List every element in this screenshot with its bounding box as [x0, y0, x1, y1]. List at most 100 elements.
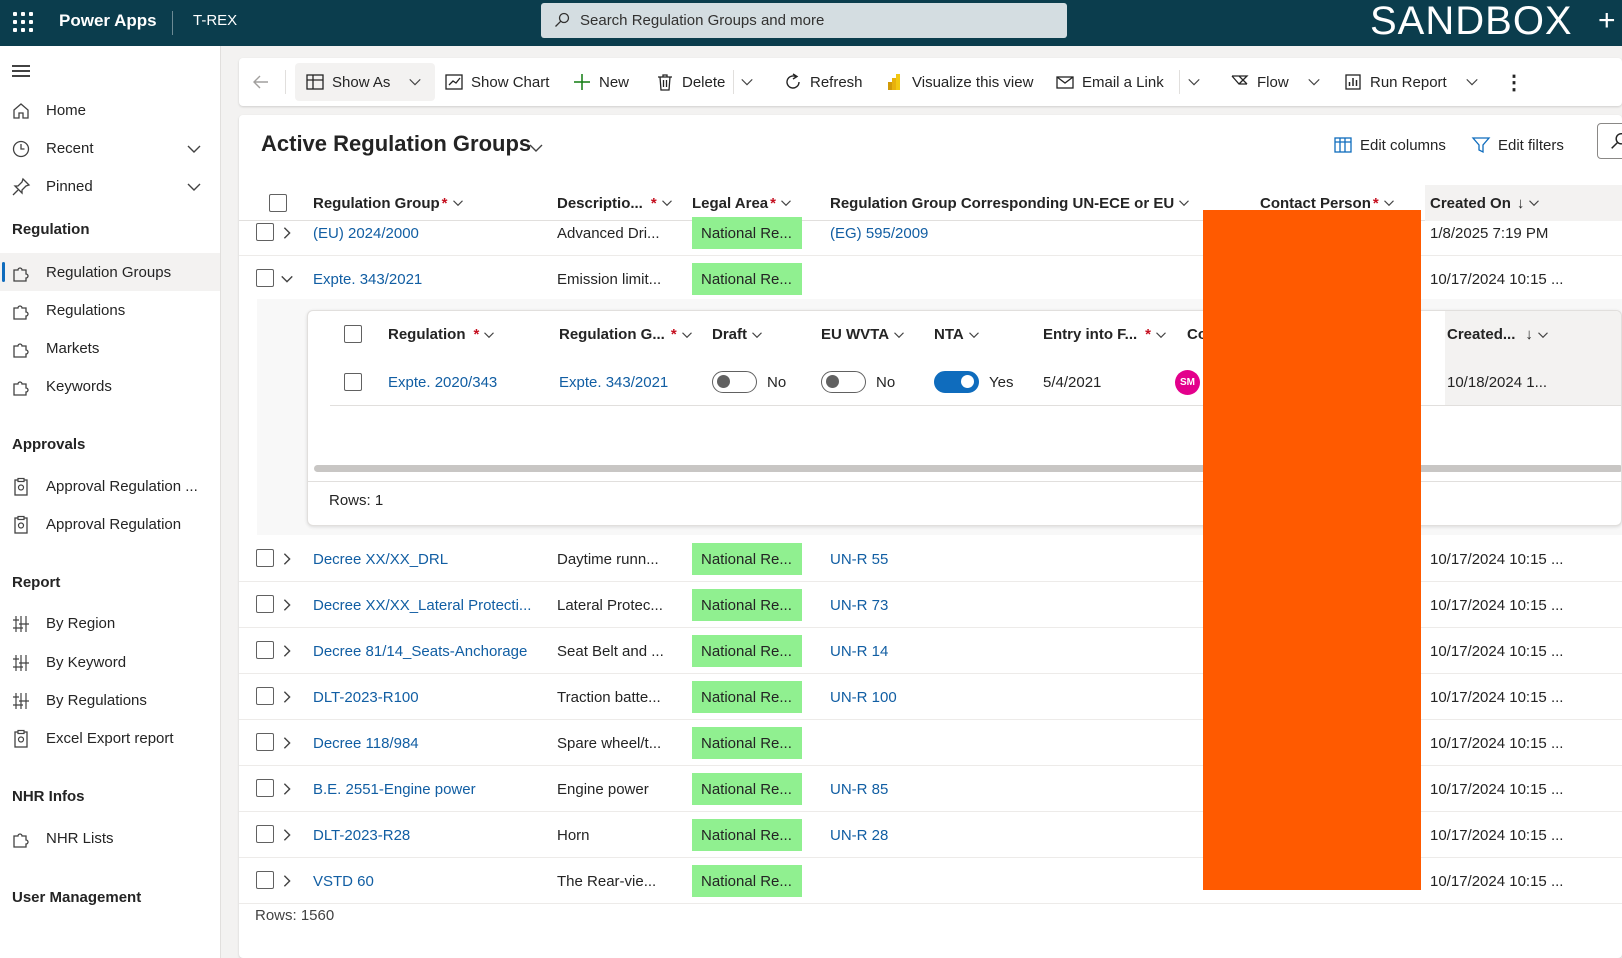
subgrid-column-nta[interactable]: NTA — [934, 311, 980, 358]
visualize-button[interactable]: Visualize this view — [885, 58, 1033, 106]
run-report-button[interactable]: Run Report — [1343, 58, 1479, 106]
email-link-button[interactable]: Email a Link — [1055, 58, 1164, 106]
sidebar-item-pinned[interactable]: Pinned — [0, 167, 220, 205]
sidebar-item-regulation-groups[interactable]: Regulation Groups — [0, 253, 220, 291]
horizontal-scrollbar[interactable] — [314, 465, 1621, 472]
row-checkbox[interactable] — [256, 871, 274, 889]
subgrid-row-checkbox[interactable] — [344, 373, 362, 391]
corresponding-link[interactable]: UN-R 85 — [830, 766, 1030, 812]
sidebar-item-regulations[interactable]: Regulations — [0, 291, 220, 329]
corresponding-link[interactable] — [830, 858, 1030, 904]
subgrid-column-created[interactable]: Created... ↓ — [1447, 311, 1549, 358]
sidebar-item-approval-regulation-2[interactable]: Approval Regulation — [0, 505, 220, 543]
row-checkbox[interactable] — [256, 549, 274, 567]
chevron-right-icon[interactable] — [280, 226, 294, 240]
regulation-group-link[interactable]: VSTD 60 — [313, 858, 543, 904]
delete-more-dropdown[interactable] — [740, 58, 754, 106]
sidebar-item-markets[interactable]: Markets — [0, 329, 220, 367]
row-checkbox[interactable] — [256, 223, 274, 241]
chevron-right-icon[interactable] — [280, 552, 294, 566]
sidebar-item-approval-regulation-1[interactable]: Approval Regulation ... — [0, 467, 220, 505]
grid-search-button[interactable] — [1597, 123, 1622, 159]
row-checkbox[interactable] — [256, 269, 274, 287]
chevron-right-icon[interactable] — [280, 736, 294, 750]
subgrid-column-regulation[interactable]: Regulation * — [388, 311, 495, 358]
show-chart-button[interactable]: Show Chart — [444, 58, 549, 106]
regulation-group-link[interactable]: Decree XX/XX_Lateral Protecti... — [313, 582, 543, 628]
corresponding-link[interactable] — [830, 720, 1030, 766]
corresponding-link[interactable]: (EG) 595/2009 — [830, 210, 1030, 256]
back-button[interactable] — [251, 58, 278, 106]
refresh-button[interactable]: Refresh — [783, 58, 863, 106]
add-icon[interactable]: + — [1598, 4, 1616, 38]
delete-button[interactable]: Delete — [655, 58, 725, 106]
toggle-switch[interactable] — [821, 371, 866, 393]
chevron-right-icon[interactable] — [280, 598, 294, 612]
draft-toggle[interactable]: No — [712, 358, 786, 406]
view-title[interactable]: Active Regulation Groups — [261, 131, 531, 157]
chevron-right-icon[interactable] — [280, 782, 294, 796]
more-options-icon[interactable]: ⋮ — [1504, 58, 1524, 106]
app-launcher-icon[interactable] — [13, 12, 33, 32]
toggle-switch[interactable] — [934, 371, 979, 393]
subgrid-row[interactable]: Expte. 2020/343 Expte. 343/2021 No No Ye… — [330, 358, 1621, 406]
regulation-group-link[interactable]: Decree XX/XX_DRL — [313, 536, 543, 582]
eu-wvta-toggle[interactable]: No — [821, 358, 895, 406]
sidebar-item-by-regulations[interactable]: By Regulations — [0, 681, 220, 719]
global-search-input[interactable]: Search Regulation Groups and more — [541, 3, 1067, 38]
flow-button[interactable]: Flow — [1230, 58, 1321, 106]
description-cell: Daytime runn... — [557, 550, 659, 568]
sidebar-item-excel-export[interactable]: Excel Export report — [0, 719, 220, 757]
chevron-down-icon[interactable] — [280, 272, 294, 286]
sidebar-item-by-keyword[interactable]: By Keyword — [0, 643, 220, 681]
hamburger-menu-icon[interactable] — [12, 65, 30, 77]
row-checkbox[interactable] — [256, 825, 274, 843]
app-name[interactable]: Power Apps — [59, 11, 157, 31]
subgrid-column-entry-into-force[interactable]: Entry into F... * — [1043, 311, 1167, 358]
corresponding-link[interactable]: UN-R 73 — [830, 582, 1030, 628]
sidebar-item-nhr-lists[interactable]: NHR Lists — [0, 819, 220, 857]
nta-toggle[interactable]: Yes — [934, 358, 1013, 406]
row-checkbox[interactable] — [256, 595, 274, 613]
regulation-group-link[interactable]: Decree 81/14_Seats-Anchorage — [313, 628, 543, 674]
chevron-down-icon[interactable] — [528, 140, 544, 156]
sidebar-item-by-region[interactable]: By Region — [0, 604, 220, 642]
edit-columns-button[interactable]: Edit columns — [1333, 135, 1446, 155]
row-checkbox[interactable] — [256, 641, 274, 659]
regulation-group-link[interactable]: DLT-2023-R100 — [313, 674, 543, 720]
regulation-group-link[interactable]: Expte. 343/2021 — [313, 256, 543, 302]
sidebar-item-recent[interactable]: Recent — [0, 129, 220, 167]
regulation-link[interactable]: Expte. 2020/343 — [388, 358, 497, 406]
sidebar-item-home[interactable]: Home — [0, 91, 220, 129]
email-more-dropdown[interactable] — [1187, 58, 1201, 106]
corresponding-link[interactable]: UN-R 28 — [830, 812, 1030, 858]
row-checkbox[interactable] — [256, 779, 274, 797]
regulation-group-link[interactable]: (EU) 2024/2000 — [313, 210, 543, 256]
sidebar-item-keywords[interactable]: Keywords — [0, 367, 220, 405]
subgrid-column-draft[interactable]: Draft — [712, 311, 763, 358]
corresponding-link[interactable]: UN-R 14 — [830, 628, 1030, 674]
new-button[interactable]: New — [572, 58, 629, 106]
regulation-group-link[interactable]: Expte. 343/2021 — [559, 358, 668, 406]
chevron-right-icon[interactable] — [280, 690, 294, 704]
regulation-group-link[interactable]: DLT-2023-R28 — [313, 812, 543, 858]
subgrid-select-all-checkbox[interactable] — [344, 325, 362, 343]
toggle-switch[interactable] — [712, 371, 757, 393]
chevron-right-icon[interactable] — [280, 828, 294, 842]
subgrid-column-regulation-group[interactable]: Regulation G... * — [559, 311, 693, 358]
regulation-group-link[interactable]: B.E. 2551-Engine power — [313, 766, 543, 812]
corresponding-link[interactable]: UN-R 100 — [830, 674, 1030, 720]
subgrid-column-eu-wvta[interactable]: EU WVTA — [821, 311, 905, 358]
chevron-right-icon[interactable] — [280, 644, 294, 658]
row-checkbox[interactable] — [256, 733, 274, 751]
corresponding-link[interactable] — [830, 256, 1030, 302]
show-as-dropdown[interactable]: Show As — [305, 58, 422, 106]
environment-name[interactable]: T-REX — [193, 12, 237, 29]
regulation-group-link[interactable]: Decree 118/984 — [313, 720, 543, 766]
chevron-right-icon[interactable] — [280, 874, 294, 888]
chevron-down-icon[interactable] — [186, 141, 202, 157]
chevron-down-icon[interactable] — [186, 179, 202, 195]
row-checkbox[interactable] — [256, 687, 274, 705]
edit-filters-button[interactable]: Edit filters — [1471, 135, 1564, 155]
corresponding-link[interactable]: UN-R 55 — [830, 536, 1030, 582]
